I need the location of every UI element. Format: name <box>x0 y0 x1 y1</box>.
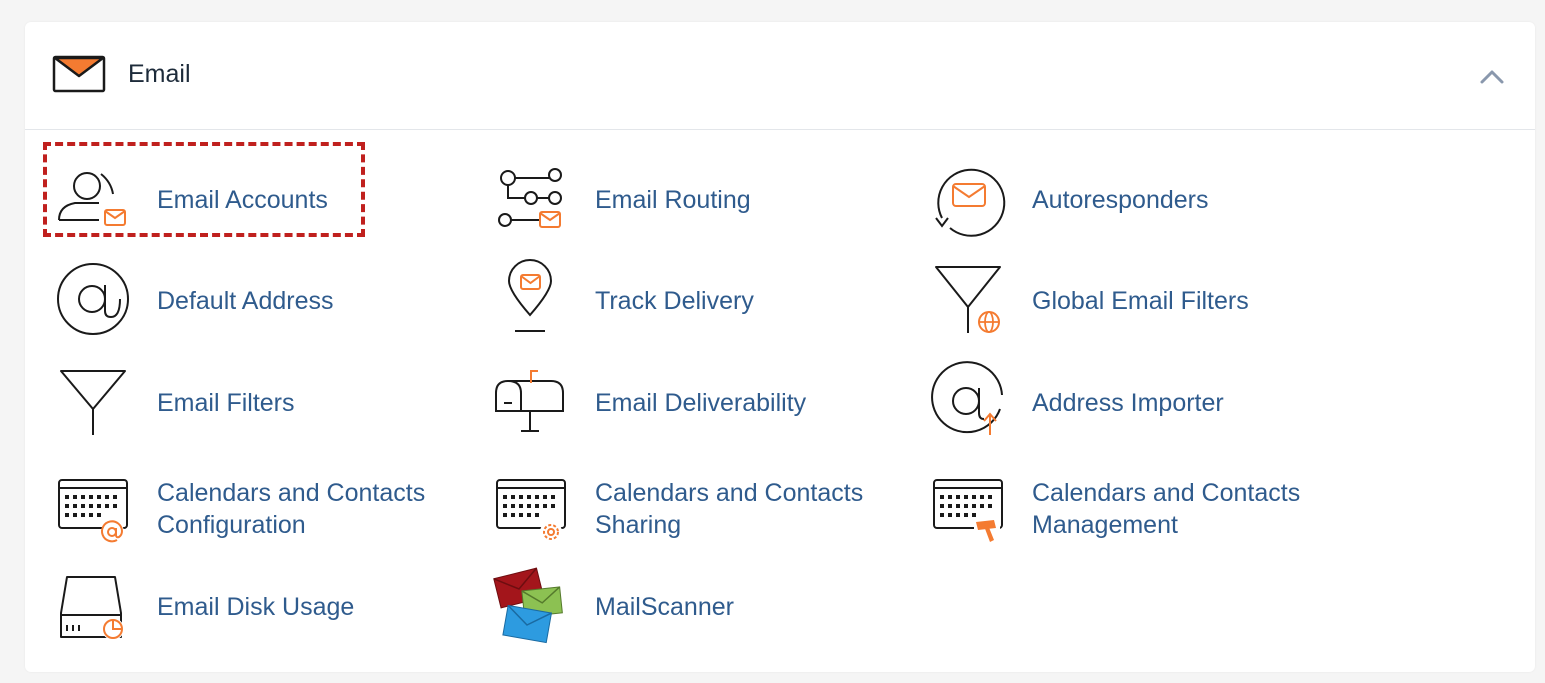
section-header[interactable]: Email <box>25 22 1535 130</box>
email-deliverability-link[interactable]: Email Deliverability <box>491 363 911 443</box>
at-import-icon <box>931 361 1003 435</box>
item-label: Email Routing <box>595 186 751 214</box>
autoresponders-link[interactable]: Autoresponders <box>928 160 1348 240</box>
item-label: Email Filters <box>157 389 295 417</box>
item-label: Calendars and Contacts Management <box>1032 479 1301 539</box>
track-delivery-link[interactable]: Track Delivery <box>491 259 911 341</box>
chevron-up-icon[interactable] <box>1477 66 1507 88</box>
calendars-contacts-sharing-link[interactable]: Calendars and Contacts Sharing <box>491 468 911 548</box>
calendars-contacts-management-link[interactable]: Calendars and Contacts Management <box>928 468 1348 548</box>
calendar-hammer-icon <box>933 479 1003 542</box>
item-label: Track Delivery <box>595 287 754 315</box>
autoresponder-icon <box>935 168 1006 237</box>
envelope-icon <box>52 55 106 93</box>
item-label: Address Importer <box>1032 389 1224 417</box>
item-label: Autoresponders <box>1032 186 1209 214</box>
item-label: Email Disk Usage <box>157 593 355 621</box>
mailbox-icon <box>495 370 564 432</box>
item-label: MailScanner <box>595 593 734 621</box>
at-sign-icon <box>57 263 129 335</box>
mailscanner-envelopes-icon <box>493 567 563 644</box>
email-filters-link[interactable]: Email Filters <box>53 363 473 443</box>
item-label: Default Address <box>157 287 334 315</box>
calendar-at-icon <box>58 479 128 543</box>
email-section-panel: Email Email Accounts Email Routing Autor… <box>25 22 1535 672</box>
mailscanner-link[interactable]: MailScanner <box>491 567 911 647</box>
email-disk-usage-link[interactable]: Email Disk Usage <box>53 567 473 647</box>
item-label: Calendars and Contacts Sharing <box>595 479 864 539</box>
routing-icon <box>498 168 562 228</box>
item-label: Global Email Filters <box>1032 287 1249 315</box>
disk-usage-icon <box>60 576 124 640</box>
item-label: Email Deliverability <box>595 389 807 417</box>
global-email-filters-link[interactable]: Global Email Filters <box>928 261 1348 341</box>
calendars-contacts-configuration-link[interactable]: Calendars and Contacts Configuration <box>53 468 473 548</box>
address-importer-link[interactable]: Address Importer <box>928 361 1348 443</box>
selection-highlight <box>43 142 365 237</box>
section-title: Email <box>128 60 191 88</box>
item-label: Calendars and Contacts Configuration <box>157 479 426 539</box>
email-routing-link[interactable]: Email Routing <box>491 160 911 240</box>
location-pin-mail-icon <box>507 259 553 332</box>
funnel-icon <box>60 370 126 435</box>
default-address-link[interactable]: Default Address <box>53 261 473 341</box>
funnel-globe-icon <box>935 266 1001 333</box>
calendar-gear-icon <box>496 479 566 543</box>
